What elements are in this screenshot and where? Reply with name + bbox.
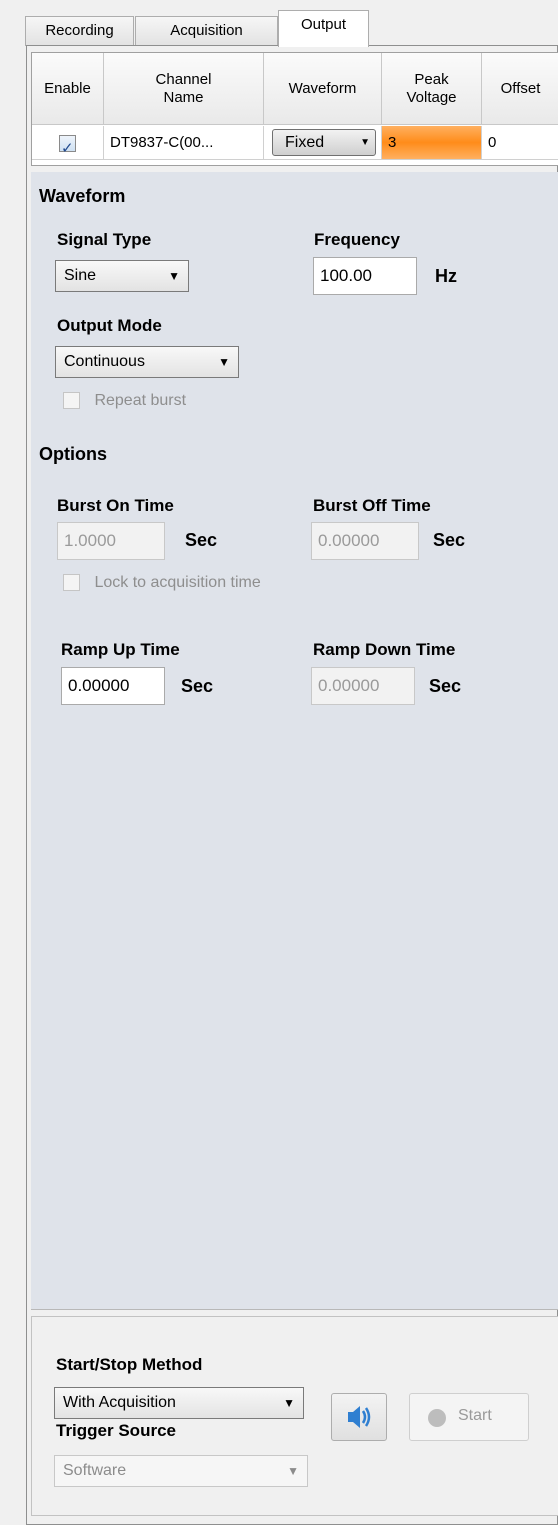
tab-output[interactable]: Output xyxy=(278,10,369,47)
burst-off-unit: Sec xyxy=(433,530,466,550)
start-stop-method-dropdown[interactable]: With Acquisition ▼ xyxy=(54,1387,304,1419)
enable-cell xyxy=(32,126,104,160)
burst-on-unit: Sec xyxy=(185,530,218,550)
speaker-button[interactable] xyxy=(331,1393,387,1441)
ramp-down-time-label: Ramp Down Time xyxy=(313,640,456,659)
start-button[interactable]: Start xyxy=(409,1393,529,1441)
start-button-label: Start xyxy=(458,1407,492,1424)
chevron-down-icon: ▼ xyxy=(287,1464,299,1478)
repeat-burst-label: Repeat burst xyxy=(94,392,187,409)
offset-cell[interactable]: 0 xyxy=(482,126,558,160)
output-mode-label: Output Mode xyxy=(57,316,162,335)
tab-strip: Recording Acquisition Output xyxy=(25,10,558,47)
burst-on-time-label: Burst On Time xyxy=(57,496,174,515)
peak-voltage-cell[interactable]: 3 xyxy=(382,126,482,160)
waveform-dropdown[interactable]: Fixed ▼ xyxy=(272,129,376,156)
lock-to-acquisition-checkbox[interactable] xyxy=(63,574,80,592)
burst-on-time-input[interactable]: 1.0000 xyxy=(57,522,165,560)
options-title: Options xyxy=(39,444,107,464)
frequency-unit: Hz xyxy=(435,266,457,286)
chevron-down-icon: ▼ xyxy=(168,269,180,283)
channel-name-cell[interactable]: DT9837-C(00... xyxy=(104,126,264,160)
ramp-up-unit: Sec xyxy=(181,676,214,696)
grid-header-channel-name[interactable]: Channel Name xyxy=(104,53,264,125)
trigger-source-value: Software xyxy=(63,1462,127,1479)
record-dot-icon xyxy=(428,1409,446,1427)
repeat-burst-checkbox[interactable] xyxy=(63,392,80,410)
output-mode-value: Continuous xyxy=(64,353,145,370)
grid-header-waveform[interactable]: Waveform xyxy=(264,53,382,125)
chevron-down-icon: ▼ xyxy=(218,355,230,369)
grid-header-enable[interactable]: Enable xyxy=(32,53,104,125)
speaker-icon xyxy=(348,1406,371,1428)
tab-recording[interactable]: Recording xyxy=(25,16,134,46)
options-section: Options Burst On Time 1.0000 Sec Burst O… xyxy=(31,430,558,740)
waveform-value: Fixed xyxy=(285,134,325,151)
signal-type-label: Signal Type xyxy=(57,230,152,249)
lock-to-acquisition-label: Lock to acquisition time xyxy=(94,574,261,591)
ramp-up-time-label: Ramp Up Time xyxy=(61,640,180,659)
output-panel: Enable Channel Name Waveform Peak Voltag… xyxy=(26,45,558,1525)
ramp-up-time-input[interactable]: 0.00000 xyxy=(61,667,165,705)
burst-off-time-input[interactable]: 0.00000 xyxy=(311,522,419,560)
repeat-burst-row[interactable]: Repeat burst xyxy=(63,392,186,410)
grid-header-offset[interactable]: Offset xyxy=(482,53,558,125)
empty-settings-area xyxy=(31,740,558,1310)
chevron-down-icon: ▼ xyxy=(283,1396,295,1410)
signal-type-value: Sine xyxy=(64,267,97,284)
enable-checkbox[interactable] xyxy=(59,132,76,159)
chevron-down-icon: ▼ xyxy=(360,137,370,148)
signal-type-dropdown[interactable]: Sine ▼ xyxy=(55,260,189,292)
ramp-down-unit: Sec xyxy=(429,676,462,696)
trigger-source-label: Trigger Source xyxy=(56,1421,176,1440)
waveform-section: Waveform Signal Type Sine ▼ Frequency 10… xyxy=(31,172,558,430)
frequency-label: Frequency xyxy=(314,230,400,249)
start-stop-method-value: With Acquisition xyxy=(63,1394,176,1411)
trigger-source-dropdown[interactable]: Software ▼ xyxy=(54,1455,308,1487)
ramp-down-time-input[interactable]: 0.00000 xyxy=(311,667,415,705)
start-stop-panel: Start/Stop Method With Acquisition ▼ Sta… xyxy=(31,1316,558,1516)
tab-acquisition[interactable]: Acquisition xyxy=(135,16,278,46)
output-mode-dropdown[interactable]: Continuous ▼ xyxy=(55,346,239,378)
start-stop-method-label: Start/Stop Method xyxy=(56,1355,203,1374)
waveform-title: Waveform xyxy=(39,186,126,206)
channel-grid: Enable Channel Name Waveform Peak Voltag… xyxy=(31,52,558,166)
waveform-cell: Fixed ▼ xyxy=(264,126,382,160)
grid-header-peak-voltage[interactable]: Peak Voltage xyxy=(382,53,482,125)
frequency-input[interactable]: 100.00 xyxy=(313,257,417,295)
lock-to-acquisition-row[interactable]: Lock to acquisition time xyxy=(63,574,261,592)
burst-off-time-label: Burst Off Time xyxy=(313,496,431,515)
